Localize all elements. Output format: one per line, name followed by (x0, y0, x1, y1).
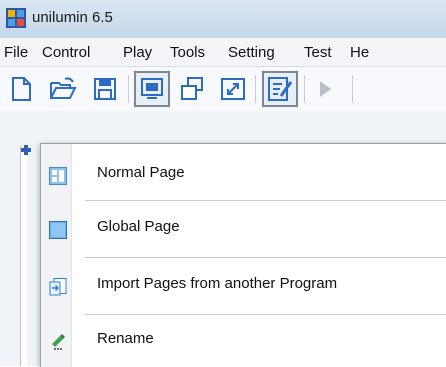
toolbar-separator (128, 75, 129, 103)
save-icon[interactable] (90, 74, 120, 104)
edit-icon[interactable] (262, 71, 298, 107)
screen-display-icon[interactable] (134, 71, 170, 107)
menu-test[interactable]: Test (304, 44, 332, 61)
new-document-icon[interactable] (6, 74, 36, 104)
window-title: unilumin 6.5 (32, 9, 113, 26)
import-pages-label: Import Pages from another Program (97, 275, 338, 292)
menu-setting[interactable]: Setting (228, 44, 275, 61)
menu-help[interactable]: He (350, 44, 369, 61)
title-bar: unilumin 6.5 (0, 0, 446, 38)
menu-separator (85, 200, 446, 201)
toolbar-separator (304, 75, 305, 103)
page-list-panel (20, 146, 27, 366)
menu-control[interactable]: Control (42, 44, 90, 61)
rename-icon (52, 334, 65, 350)
menu-separator (85, 257, 446, 258)
cascade-windows-icon[interactable] (177, 74, 207, 104)
toolbar-separator (255, 75, 256, 103)
menu-file[interactable]: File (4, 44, 28, 61)
menu-separator (85, 314, 446, 315)
menu-tools[interactable]: Tools (170, 44, 205, 61)
global-page-icon (49, 221, 67, 239)
add-page-icon-stroke (24, 145, 28, 155)
menu-bar: File Control Play Tools Setting Test He (0, 38, 446, 67)
menu-item-import-pages[interactable]: Import Pages from another Program (41, 260, 446, 310)
app-logo-icon (6, 8, 26, 28)
menu-item-normal-page[interactable]: Normal Page (41, 148, 446, 198)
global-page-label: Global Page (97, 218, 180, 235)
normal-page-icon (49, 167, 67, 185)
play-icon[interactable] (310, 74, 340, 104)
open-folder-icon[interactable] (48, 74, 78, 104)
menu-play[interactable]: Play (123, 44, 152, 61)
normal-page-label: Normal Page (97, 164, 185, 181)
menu-item-global-page[interactable]: Global Page (41, 204, 446, 254)
toolbar-separator (352, 75, 353, 103)
menu-item-rename[interactable]: Rename (41, 316, 446, 366)
fullscreen-icon[interactable] (218, 74, 248, 104)
toolbar (0, 67, 446, 111)
import-pages-icon (49, 278, 67, 296)
rename-label: Rename (97, 330, 154, 347)
add-page-context-menu: Normal Page Global Page Import Pages fro… (40, 143, 446, 367)
